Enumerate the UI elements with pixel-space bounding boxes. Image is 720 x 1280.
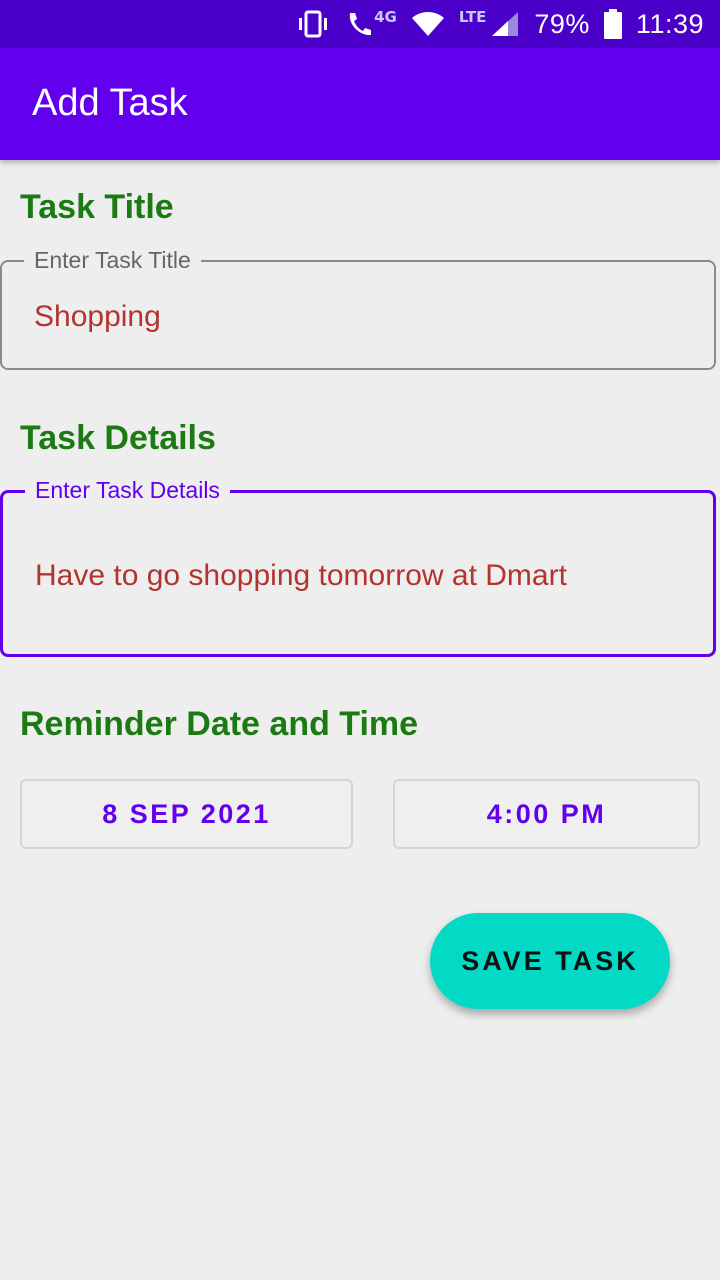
task-title-field[interactable]: Enter Task Title Shopping [0, 246, 716, 370]
battery-percentage: 79% [534, 8, 590, 39]
task-title-input[interactable]: Shopping [34, 300, 161, 334]
wifi-icon [411, 11, 445, 37]
app-bar: Add Task [0, 48, 720, 160]
save-task-button[interactable]: SAVE TASK [430, 913, 670, 1009]
network-generation: 4G [374, 8, 397, 26]
task-title-heading: Task Title [20, 188, 174, 226]
task-details-input[interactable]: Have to go shopping tomorrow at Dmart [35, 559, 567, 593]
status-bar: 4G LTE 79% 11:39 [0, 0, 720, 48]
date-picker-button[interactable]: 8 SEP 2021 [20, 779, 353, 849]
reminder-heading: Reminder Date and Time [20, 705, 419, 743]
network-type: LTE [458, 8, 487, 26]
vibrate-icon [296, 10, 330, 38]
page-title: Add Task [32, 82, 188, 124]
time-picker-button[interactable]: 4:00 PM [393, 779, 700, 849]
clock: 11:39 [635, 8, 704, 39]
status-icons: 4G LTE 79% 11:39 [296, 0, 704, 48]
task-details-field-label: Enter Task Details [25, 476, 230, 504]
task-title-field-label: Enter Task Title [24, 246, 201, 274]
task-details-field[interactable]: Enter Task Details Have to go shopping t… [0, 476, 716, 657]
volte-call-icon: 4G [344, 8, 397, 39]
task-details-heading: Task Details [20, 419, 216, 457]
battery-icon [603, 9, 622, 39]
signal-icon: LTE [458, 8, 521, 38]
